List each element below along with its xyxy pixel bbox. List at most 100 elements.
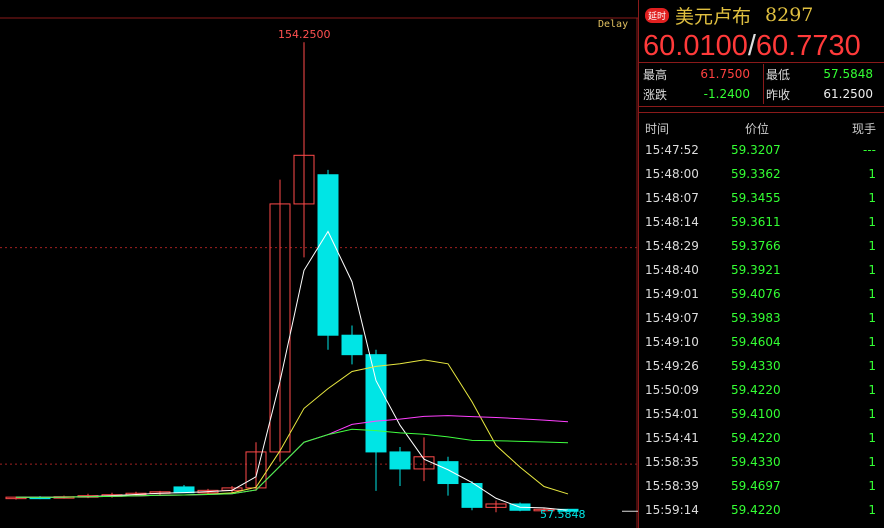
tick-volume: 1 <box>868 263 876 277</box>
tick-time: 15:48:40 <box>645 263 699 277</box>
bid-ask-separator: / <box>747 30 756 62</box>
tick-row[interactable]: 15:49:01 59.4076 1 <box>639 282 879 306</box>
tick-price: 59.3611 <box>731 215 781 229</box>
divider <box>639 112 884 113</box>
tick-volume: 1 <box>868 191 876 205</box>
tick-volume: 1 <box>868 503 876 517</box>
tick-row[interactable]: 15:48:07 59.3455 1 <box>639 186 879 210</box>
divider <box>639 106 884 107</box>
tick-volume: 1 <box>868 287 876 301</box>
tick-price: 59.4330 <box>731 359 781 373</box>
change-value: -1.2400 <box>703 87 750 101</box>
tick-price: 59.3983 <box>731 311 781 325</box>
tick-volume: 1 <box>868 383 876 397</box>
tick-time: 15:50:09 <box>645 383 699 397</box>
tick-row[interactable]: 15:50:09 59.4220 1 <box>639 378 879 402</box>
tick-volume: 1 <box>868 167 876 181</box>
moving-average-line <box>15 359 569 498</box>
high-price-label: 154.2500 <box>278 28 331 42</box>
instrument-code: 8297 <box>765 4 814 26</box>
tick-volume: 1 <box>868 359 876 373</box>
tick-volume: 1 <box>868 311 876 325</box>
tick-time: 15:58:35 <box>645 455 699 469</box>
tick-price: 59.4697 <box>731 479 781 493</box>
tick-price: 59.4220 <box>731 431 781 445</box>
tick-price: 59.4100 <box>731 407 781 421</box>
tick-time: 15:47:52 <box>645 143 699 157</box>
high-label: 最高 <box>643 67 668 82</box>
tick-time: 15:49:10 <box>645 335 699 349</box>
tick-volume: 1 <box>868 407 876 421</box>
tick-row[interactable]: 15:48:00 59.3362 1 <box>639 162 879 186</box>
tick-volume: 1 <box>868 455 876 469</box>
tick-price: 59.3207 <box>731 143 781 157</box>
tick-price: 59.3766 <box>731 239 781 253</box>
prev-close-value: 61.2500 <box>823 87 873 101</box>
candle-body <box>389 451 411 470</box>
tick-volume: 1 <box>868 239 876 253</box>
tick-volume: 1 <box>868 215 876 229</box>
low-value: 57.5848 <box>823 67 873 81</box>
quote-header: 延时 美元卢布 8297 <box>645 2 813 28</box>
ask-price: 60.7730 <box>755 30 861 62</box>
tick-row[interactable]: 15:47:52 59.3207 --- <box>639 138 879 162</box>
low-price-label: 57.5848 <box>540 508 586 522</box>
volume-column-header: 现手 <box>851 122 876 136</box>
tick-time: 15:48:00 <box>645 167 699 181</box>
candle-body <box>317 174 339 336</box>
tick-price: 59.4330 <box>731 455 781 469</box>
tick-row[interactable]: 15:59:14 59.4220 1 <box>639 498 879 522</box>
tick-price: 59.4076 <box>731 287 781 301</box>
tick-row[interactable]: 15:49:26 59.4330 1 <box>639 354 879 378</box>
tick-volume: 1 <box>868 479 876 493</box>
tick-time: 15:59:14 <box>645 503 699 517</box>
tick-row[interactable]: 15:58:39 59.4697 1 <box>639 474 879 498</box>
candle-body <box>437 461 459 485</box>
time-column-header: 时间 <box>645 122 670 136</box>
tick-time: 15:54:41 <box>645 431 699 445</box>
ticks-header: 时间 价位 现手 <box>639 120 879 137</box>
stats-divider <box>763 64 764 104</box>
instrument-name: 美元卢布 <box>675 5 752 28</box>
tick-time: 15:49:07 <box>645 311 699 325</box>
tick-price: 59.3455 <box>731 191 781 205</box>
high-value: 61.7500 <box>700 67 750 81</box>
tick-price: 59.4220 <box>731 383 781 397</box>
moving-average-line <box>15 428 569 498</box>
tick-row[interactable]: 15:48:14 59.3611 1 <box>639 210 879 234</box>
tick-time: 15:48:14 <box>645 215 699 229</box>
moving-average-line <box>15 230 569 511</box>
chart-canvas[interactable] <box>0 0 638 528</box>
stats-table: 最高 61.7500 最低 57.5848 涨跌 -1.2400 昨收 61.2… <box>639 64 879 104</box>
tick-volume: 1 <box>868 335 876 349</box>
tick-time: 15:48:29 <box>645 239 699 253</box>
tick-row[interactable]: 15:58:35 59.4330 1 <box>639 450 879 474</box>
tick-row[interactable]: 15:48:29 59.3766 1 <box>639 234 879 258</box>
bid-ask-line: 60.0100/60.7730 <box>643 30 861 63</box>
tick-row[interactable]: 15:49:10 59.4604 1 <box>639 330 879 354</box>
divider <box>639 62 884 63</box>
tick-time: 15:49:01 <box>645 287 699 301</box>
tick-price: 59.4604 <box>731 335 781 349</box>
candlestick-chart[interactable]: Delay 154.2500 57.5848 <box>0 0 638 528</box>
ticks-list[interactable]: 15:47:52 59.3207 --- 15:48:00 59.3362 1 15:48:… <box>639 138 879 522</box>
tick-row[interactable]: 15:48:40 59.3921 1 <box>639 258 879 282</box>
tick-row[interactable]: 15:49:07 59.3983 1 <box>639 306 879 330</box>
candle-body <box>341 334 363 356</box>
tick-price: 59.3362 <box>731 167 781 181</box>
tick-time: 15:49:26 <box>645 359 699 373</box>
delay-badge: 延时 <box>645 7 670 23</box>
tick-price: 59.4220 <box>731 503 781 517</box>
delay-label: Delay <box>598 19 629 30</box>
tick-time: 15:54:01 <box>645 407 699 421</box>
moving-average-line <box>15 415 569 498</box>
tick-row[interactable]: 15:54:41 59.4220 1 <box>639 426 879 450</box>
bid-price: 60.0100 <box>643 30 748 62</box>
change-label: 涨跌 <box>643 87 668 102</box>
tick-price: 59.3921 <box>731 263 781 277</box>
tick-volume: 1 <box>868 431 876 445</box>
candle-body <box>365 354 387 453</box>
quote-panel: 延时 美元卢布 8297 60.0100/60.7730 最高 61.7500 … <box>638 0 884 528</box>
price-column-header: 价位 <box>745 122 770 136</box>
tick-row[interactable]: 15:54:01 59.4100 1 <box>639 402 879 426</box>
